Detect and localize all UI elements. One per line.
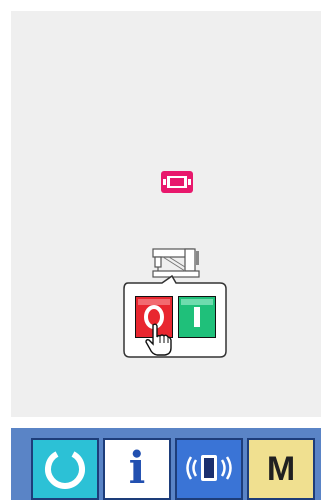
info-button[interactable]: i: [103, 438, 171, 500]
info-label: i: [128, 443, 146, 494]
panel-frame: i M: [0, 0, 331, 500]
memory-card-icon: [160, 170, 194, 194]
mode-label: M: [266, 450, 296, 488]
power-on-button[interactable]: [178, 296, 216, 338]
power-off-button[interactable]: [135, 296, 173, 338]
communication-icon: [186, 455, 232, 481]
reset-button[interactable]: [31, 438, 99, 500]
reset-icon: [45, 451, 85, 489]
communication-button[interactable]: [175, 438, 243, 500]
mode-button[interactable]: M: [247, 438, 315, 500]
